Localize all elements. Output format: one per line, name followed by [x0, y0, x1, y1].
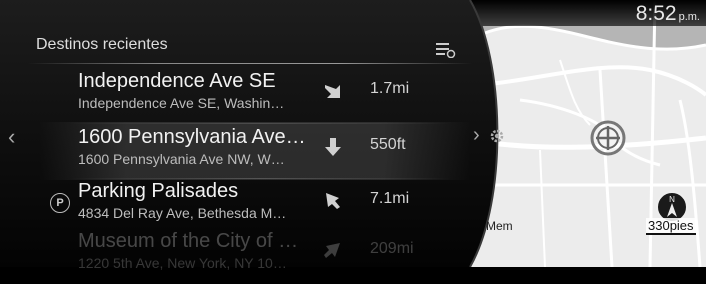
destination-name: 1600 Pennsylvania Ave…	[78, 126, 306, 148]
title-divider	[28, 63, 472, 64]
destination-item[interactable]: Museum of the City of … 1220 5th Ave, Ne…	[40, 226, 470, 284]
destination-address: 4834 Del Ray Ave, Bethesda M…	[78, 205, 287, 221]
destination-address: 1220 5th Ave, New York, NY 10…	[78, 255, 287, 271]
destination-item[interactable]: Independence Ave SE Independence Ave SE,…	[40, 66, 470, 124]
destination-item[interactable]: 1600 Pennsylvania Ave… 1600 Pennsylvania…	[40, 122, 470, 180]
direction-up-right-icon	[324, 243, 340, 258]
gear-icon[interactable]	[488, 127, 506, 145]
destination-distance: 209mi	[370, 240, 414, 257]
direction-down-icon	[325, 138, 341, 156]
destination-distance: 550ft	[370, 136, 406, 153]
destination-distance: 7.1mi	[370, 190, 410, 207]
list-options-icon[interactable]	[436, 42, 456, 58]
destination-name: Independence Ave SE	[78, 70, 276, 92]
destination-name: Museum of the City of …	[78, 230, 299, 252]
vehicle-position-icon	[590, 120, 626, 156]
compass-label: N	[669, 195, 675, 204]
destination-distance: 1.7mi	[370, 80, 410, 97]
destination-name: Parking Palisades	[78, 180, 239, 202]
chevron-right-icon[interactable]: ›	[473, 124, 480, 147]
parking-icon: P	[50, 193, 70, 213]
destination-address: 1600 Pennsylvania Ave NW, W…	[78, 151, 285, 167]
direction-up-left-icon	[326, 193, 340, 209]
destination-address: Independence Ave SE, Washin…	[78, 95, 285, 111]
map-scale: 330pies	[646, 218, 696, 235]
chevron-left-icon[interactable]: ‹	[8, 124, 15, 150]
clock-ampm: p.m.	[678, 11, 700, 23]
clock: 8:52 p.m.	[636, 2, 700, 26]
clock-time: 8:52	[635, 2, 677, 25]
map-street-label: Mem	[486, 219, 513, 233]
direction-down-right-icon	[325, 85, 340, 98]
page-title: Destinos recientes	[36, 36, 168, 53]
